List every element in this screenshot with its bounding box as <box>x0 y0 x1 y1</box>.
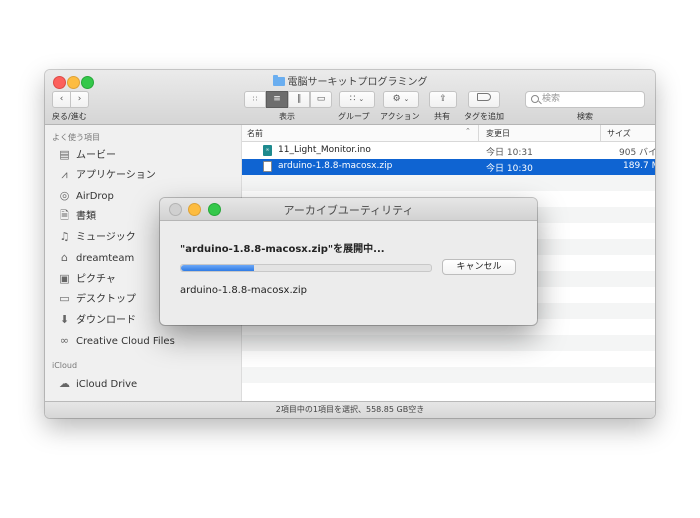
share-button[interactable]: ⇪ <box>429 91 457 108</box>
table-row[interactable]: ∞ 11_Light_Monitor.ino 今日 10:31 905 バイ <box>242 143 655 159</box>
gallery-icon: ▭ <box>316 94 326 104</box>
download-icon: ⬇ <box>59 313 70 326</box>
back-button[interactable]: ‹ <box>52 91 71 108</box>
group-label: グループ <box>338 112 370 121</box>
action-button[interactable]: ⚙ ⌄ <box>383 91 419 108</box>
creative-cloud-icon: ∞ <box>59 334 70 347</box>
tag-label: タグを追加 <box>464 112 504 121</box>
dialog-titlebar: アーカイブユーティリティ <box>160 198 537 221</box>
view-label: 表示 <box>279 112 295 121</box>
dropdown-chevron-icon: ⌄ <box>403 95 410 103</box>
empty-row <box>242 351 655 367</box>
sidebar-item-documents[interactable]: 🗎 書類 <box>58 207 96 225</box>
forward-button[interactable]: › <box>70 91 89 108</box>
empty-row <box>242 383 655 399</box>
file-name: 11_Light_Monitor.ino <box>278 145 371 155</box>
airdrop-icon: ◎ <box>59 189 70 202</box>
columns-icon: ∥ <box>296 94 302 104</box>
sidebar-item-applications[interactable]: ⩘ アプリケーション <box>58 166 155 184</box>
nav-label: 戻る/進む <box>52 112 87 121</box>
folder-icon <box>272 75 285 86</box>
share-label: 共有 <box>434 112 450 121</box>
sidebar-heading-favorites: よく使う項目 <box>52 133 100 142</box>
column-view-button[interactable]: ∥ <box>288 91 310 108</box>
file-size: 189.7 M <box>623 161 655 171</box>
sidebar-item-music[interactable]: ♫ ミュージック <box>58 228 136 246</box>
empty-row <box>242 367 655 383</box>
chevron-left-icon: ‹ <box>59 94 64 104</box>
dialog-title: アーカイブユーティリティ <box>283 204 414 217</box>
home-icon: ⌂ <box>61 251 68 264</box>
music-note-icon: ♫ <box>59 230 70 243</box>
list-view-button[interactable]: ≡ <box>266 91 288 108</box>
gear-icon: ⚙ <box>392 94 401 104</box>
arduino-file-icon: ∞ <box>263 145 272 156</box>
sort-ascending-icon: ⌃ <box>465 127 471 135</box>
column-name[interactable]: 名前 <box>247 128 263 139</box>
list-icon: ≡ <box>273 94 281 104</box>
film-icon: ▤ <box>59 148 70 161</box>
applications-icon: ⩘ <box>61 168 68 181</box>
dropdown-chevron-icon: ⌄ <box>358 95 365 103</box>
desktop-icon: ▭ <box>59 292 70 305</box>
sidebar-item-movies[interactable]: ▤ ムービー <box>58 146 116 164</box>
status-bar: 2項目中の1項目を選択、558.85 GB空き <box>45 401 655 418</box>
window-title: 電脳サーキットプログラミング <box>45 73 655 88</box>
cancel-button[interactable]: キャンセル <box>442 259 516 275</box>
finder-toolbar: 電脳サーキットプログラミング ‹ › 戻る/進む ∷ ≡ ∥ ▭ 表示 ∷ ⌄ … <box>45 70 655 125</box>
action-label: アクション <box>380 112 420 121</box>
file-size: 905 バイ <box>619 148 655 158</box>
sidebar-heading-icloud: iCloud <box>52 361 78 370</box>
column-modified[interactable]: 変更日 <box>486 128 510 139</box>
tag-icon <box>477 93 491 101</box>
column-size[interactable]: サイズ <box>607 128 631 139</box>
camera-icon: ▣ <box>59 272 70 285</box>
icon-view-button[interactable]: ∷ <box>244 91 266 108</box>
file-modified: 今日 10:30 <box>486 164 533 174</box>
sidebar-item-desktop[interactable]: ▭ デスクトップ <box>58 290 136 308</box>
cloud-icon: ☁ <box>59 377 70 390</box>
zip-file-icon <box>263 161 272 172</box>
archive-utility-dialog: アーカイブユーティリティ "arduino-1.8.8-macosx.zip"を… <box>160 198 537 325</box>
sidebar-item-home[interactable]: ⌂ dreamteam <box>58 249 134 267</box>
table-row-selected[interactable]: arduino-1.8.8-macosx.zip 今日 10:30 189.7 … <box>242 159 655 175</box>
empty-row <box>242 175 655 191</box>
sidebar-item-pictures[interactable]: ▣ ピクチャ <box>58 270 116 288</box>
archive-filename: arduino-1.8.8-macosx.zip <box>180 285 307 296</box>
tag-button[interactable] <box>468 91 500 108</box>
chevron-right-icon: › <box>77 94 82 104</box>
file-modified: 今日 10:31 <box>486 148 533 158</box>
progress-fill <box>181 265 254 271</box>
column-header: 名前 ⌃ 変更日 サイズ <box>242 125 655 142</box>
sidebar-item-airdrop[interactable]: ◎ AirDrop <box>58 187 114 205</box>
share-icon: ⇪ <box>439 94 447 104</box>
file-name: arduino-1.8.8-macosx.zip <box>278 161 393 171</box>
documents-icon: 🗎 <box>60 209 69 222</box>
extract-message: "arduino-1.8.8-macosx.zip"を展開中... <box>180 244 385 255</box>
grid-icon: ∷ <box>252 95 258 103</box>
sidebar-item-downloads[interactable]: ⬇ ダウンロード <box>58 311 136 329</box>
column-separator[interactable] <box>478 125 479 141</box>
sidebar-item-creative-cloud[interactable]: ∞ Creative Cloud Files <box>58 332 175 350</box>
search-input[interactable]: 検索 <box>525 91 645 108</box>
column-separator[interactable] <box>600 125 601 141</box>
progress-bar <box>180 264 432 272</box>
group-grid-icon: ∷ <box>349 94 356 104</box>
search-label: 検索 <box>577 112 593 121</box>
search-icon <box>531 95 539 103</box>
empty-row <box>242 335 655 351</box>
gallery-view-button[interactable]: ▭ <box>310 91 332 108</box>
group-button[interactable]: ∷ ⌄ <box>339 91 375 108</box>
sidebar-item-icloud-drive[interactable]: ☁ iCloud Drive <box>58 375 137 393</box>
